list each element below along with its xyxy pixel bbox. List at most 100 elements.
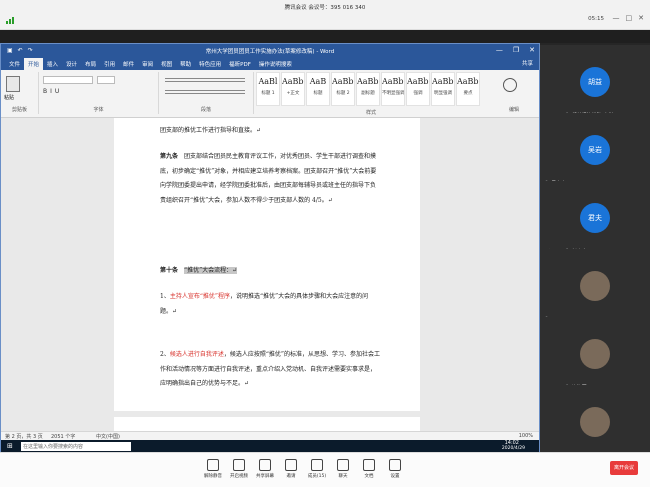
- participant-tile[interactable]: 🎤: [540, 385, 650, 461]
- style-item[interactable]: AaBl 标题 1: [256, 72, 280, 106]
- document-page[interactable]: 团支部的推优工作进行指导和直接。↵ 第九条 团支部结合团员民主教育评议工作，对优秀…: [114, 118, 420, 485]
- participant-tile[interactable]: 🎤: [540, 249, 650, 325]
- meeting-title: 腾讯会议 会议号：395 016 340: [284, 5, 366, 11]
- settings-button[interactable]: 设置: [384, 459, 406, 479]
- ribbon-tab[interactable]: 引用: [100, 58, 119, 70]
- style-name: 标题 2: [336, 91, 350, 96]
- font-size-select[interactable]: [97, 76, 115, 84]
- ribbon-tab[interactable]: 布局: [81, 58, 100, 70]
- document-title: 常州大学团员团员工作实施办法(草案修改稿) - Word: [205, 49, 335, 55]
- ribbon-tab[interactable]: 视图: [157, 58, 176, 70]
- style-gallery: AaBl 标题 1 AaBbCcD +正文 AaB 标题 AaBbC 标题 2 AaBb( 副标题…: [256, 72, 480, 106]
- paragraph: 第十条 “推优”大会流程：↵: [160, 264, 380, 279]
- share-button[interactable]: 共享: [522, 59, 533, 67]
- participant-tile[interactable]: 吴岩🎤吴岩岩: [540, 113, 650, 189]
- participant-tile[interactable]: 团支书🎤许海国: [540, 317, 650, 393]
- avatar: [580, 407, 610, 437]
- control-label: 聊天: [338, 474, 348, 479]
- word-restore-icon[interactable]: ❐: [513, 46, 519, 54]
- close-icon[interactable]: ✕: [638, 14, 644, 22]
- ribbon-tab[interactable]: 设计: [62, 58, 81, 70]
- clipboard-label: 剪贴板: [11, 107, 27, 113]
- screen-share-icon: [259, 459, 271, 471]
- bold-italic-underline-icons[interactable]: BIU: [43, 88, 62, 95]
- paste-icon[interactable]: [6, 76, 20, 92]
- mic-icon: [207, 459, 219, 471]
- zoom-level[interactable]: 100%: [519, 433, 533, 439]
- style-sample: AaBbCcD: [432, 77, 454, 86]
- style-item[interactable]: AaBbCcD +正文: [281, 72, 305, 106]
- language: 中文(中国): [96, 434, 120, 440]
- style-item[interactable]: AaBb( 副标题: [356, 72, 380, 106]
- avatar: 君夫: [580, 203, 610, 233]
- word-count: 2051 个字: [51, 434, 76, 440]
- ribbon-tab[interactable]: 审阅: [138, 58, 157, 70]
- participant-tile[interactable]: 君夫主持人🎤赵晓亮: [540, 181, 650, 257]
- font-name-select[interactable]: [43, 76, 93, 84]
- invite-button[interactable]: 邀请: [280, 459, 302, 479]
- paragraph: 第九条 团支部结合团员民主教育评议工作，对优秀团员、学生干部进行调查和摸底，初步…: [160, 150, 380, 208]
- edit-label: 编辑: [508, 107, 519, 113]
- ribbon-tab[interactable]: 特色应用: [195, 58, 225, 70]
- paragraph-group: 段落: [159, 72, 254, 114]
- camera-button[interactable]: 开启视频: [228, 459, 250, 479]
- mic-button[interactable]: 解除静音: [202, 459, 224, 479]
- leave-meeting-button[interactable]: 离开会议: [610, 461, 638, 475]
- align-icons[interactable]: [165, 90, 245, 94]
- font-label: 字体: [93, 107, 104, 113]
- ribbon-tab[interactable]: 开始: [24, 58, 44, 70]
- paragraph: 1、主持人宣布“推优”程序，说明推选“推优”大会的具体步骤和大会应注意的问题。↵: [160, 290, 380, 319]
- style-item[interactable]: AaB 标题: [306, 72, 330, 106]
- word-title-bar: ▣ ↶ ↷ 常州大学团员团员工作实施办法(草案修改稿) - Word — ❐ ✕: [1, 44, 539, 58]
- style-item[interactable]: AaBbCcI 不明显强调: [381, 72, 405, 106]
- text-run: 团支部的推优工作进行指导和直接。↵: [160, 127, 262, 134]
- paragraph: 2、候选人进行自我评述，候选人应按照“推优”的标准，从思想、学习、参加社会工作和…: [160, 348, 380, 392]
- style-item[interactable]: AaBbC 标题 2: [331, 72, 355, 106]
- screen-share-button[interactable]: 共享屏幕: [254, 459, 276, 479]
- style-item[interactable]: AaBbCcDi 要点: [456, 72, 480, 106]
- ribbon-tab[interactable]: 邮件: [119, 58, 138, 70]
- minimize-icon[interactable]: —: [613, 14, 620, 22]
- avatar: 吴岩: [580, 135, 610, 165]
- style-sample: AaBbC: [332, 77, 354, 86]
- style-sample: AaBb(: [357, 77, 380, 86]
- avatar: [580, 339, 610, 369]
- participant-panel: 正在讲话：赵晓亮;胡益团支书🎤胡益经济学院·大学吴岩🎤吴岩岩君夫主持人🎤赵晓亮🎤…: [540, 43, 650, 461]
- participant-tile[interactable]: 胡益团支书🎤胡益经济学院·大学: [540, 45, 650, 121]
- members-icon: [311, 459, 323, 471]
- style-sample: AaBbCcD: [282, 77, 304, 86]
- text-run: 1、: [160, 293, 170, 300]
- clipboard-group: 粘贴 剪贴板: [1, 72, 39, 114]
- ribbon-tab[interactable]: 操作说明搜索: [255, 58, 296, 70]
- style-item[interactable]: AaBbCcD 明显强调: [431, 72, 455, 106]
- ribbon-tab[interactable]: 帮助: [176, 58, 195, 70]
- doc-icon: [363, 459, 375, 471]
- word-minimize-icon[interactable]: —: [496, 46, 503, 54]
- members-button[interactable]: 成员(15): [306, 459, 328, 479]
- chat-button[interactable]: 聊天: [332, 459, 354, 479]
- ribbon-tab[interactable]: 文件: [5, 58, 24, 70]
- status-bar: 第 2 页，共 3 页 2051 个字 中文(中国) 100%: [1, 431, 539, 440]
- invite-icon: [285, 459, 297, 471]
- control-label: 开启视频: [230, 474, 248, 479]
- text-run: 团支部结合团员民主教育评议工作，对优秀团员、学生干部进行调查和摸底，初步确定“推…: [160, 153, 377, 204]
- style-name: 明显强调: [434, 91, 452, 96]
- style-sample: AaBbCcDi: [457, 77, 479, 86]
- taskbar-search[interactable]: 在这里输入你要搜索的内容: [21, 442, 131, 451]
- windows-start-icon[interactable]: ⊞: [7, 442, 13, 450]
- doc-button[interactable]: 文档: [358, 459, 380, 479]
- ribbon-tab[interactable]: 插入: [43, 58, 62, 70]
- style-name: 副标题: [361, 91, 375, 96]
- meeting-title-bar: 腾讯会议 会议号：395 016 340 05:15 — □ ✕: [0, 0, 650, 30]
- signal-icon: [6, 17, 14, 24]
- word-close-icon[interactable]: ✕: [529, 46, 535, 54]
- meeting-toolbar: 离开会议 解除静音 开启视频 共享屏幕 邀请 成员(15) 聊天 文档 设置: [0, 452, 650, 487]
- style-item[interactable]: AaBbCcD 强调: [406, 72, 430, 106]
- ribbon-tab[interactable]: 福昕PDF: [225, 58, 255, 70]
- maximize-icon[interactable]: □: [626, 14, 633, 22]
- find-icon[interactable]: [503, 78, 517, 92]
- text-run: 主持人宣布“推优”程序: [169, 293, 230, 300]
- control-label: 解除静音: [204, 474, 222, 479]
- list-icons[interactable]: [165, 78, 245, 82]
- edit-group: 编辑: [489, 72, 539, 114]
